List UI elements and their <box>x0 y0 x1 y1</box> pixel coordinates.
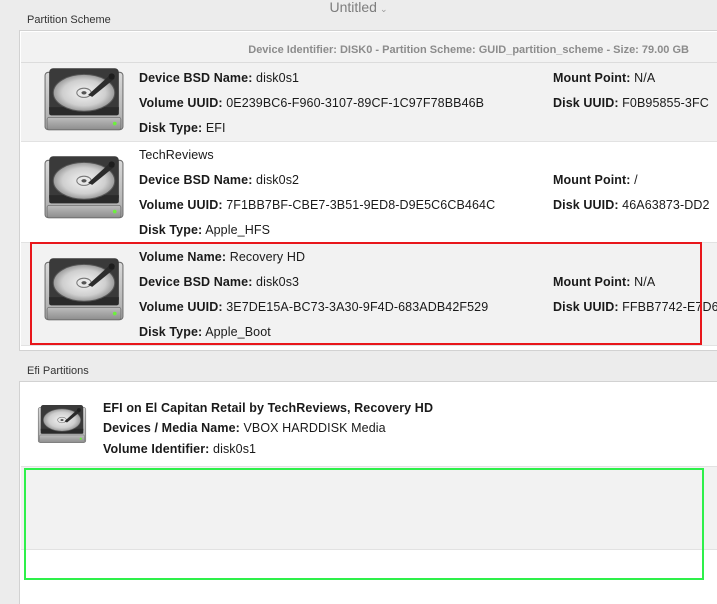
volume-uuid: Volume UUID: 7F1BB7BF-CBE7-3B51-9ED8-D9E… <box>139 198 496 212</box>
window-title-text: Untitled <box>329 0 377 15</box>
efi-partitions-label: Efi Partitions <box>27 365 89 377</box>
volume-identifier: Volume Identifier: disk0s1 <box>103 442 257 456</box>
hard-drive-icon <box>37 403 87 447</box>
mount-point: Mount Point: / <box>553 173 638 187</box>
disk-uuid: Disk UUID: F0B95855-3FC <box>553 96 709 110</box>
disk-uuid: Disk UUID: 46A63873-DD2 <box>553 198 710 212</box>
partition-row-disk0s1[interactable]: Device BSD Name: disk0s1 Volume UUID: 0E… <box>21 63 717 142</box>
media-name: Devices / Media Name: VBOX HARDDISK Medi… <box>103 421 386 435</box>
hard-drive-icon <box>43 154 125 224</box>
efi-item-title: EFI on El Capitan Retail by TechReviews,… <box>103 401 434 415</box>
mount-point: Mount Point: N/A <box>553 71 656 85</box>
bsd-name: Device BSD Name: disk0s2 <box>139 173 300 187</box>
highlight-box-green <box>24 468 704 580</box>
disk-header-text: Device Identifier: DISK0 - Partition Sch… <box>248 44 689 56</box>
highlight-box-red <box>30 242 702 345</box>
hard-drive-icon <box>43 66 125 136</box>
bsd-name: Device BSD Name: disk0s1 <box>139 71 300 85</box>
volume-uuid: Volume UUID: 0E239BC6-F960-3107-89CF-1C9… <box>139 96 485 110</box>
chevron-down-icon[interactable]: ⌄ <box>380 4 388 14</box>
disk-type: Disk Type: Apple_HFS <box>139 223 271 237</box>
partition-row-disk0s2[interactable]: TechReviews Device BSD Name: disk0s2 Vol… <box>21 142 717 243</box>
disk-type: Disk Type: EFI <box>139 121 226 135</box>
volume-name-continued: TechReviews <box>139 148 214 162</box>
efi-item[interactable]: EFI on El Capitan Retail by TechReviews,… <box>21 383 717 465</box>
partition-scheme-label: Partition Scheme <box>27 14 111 26</box>
disk-header: Device Identifier: DISK0 - Partition Sch… <box>21 32 717 63</box>
